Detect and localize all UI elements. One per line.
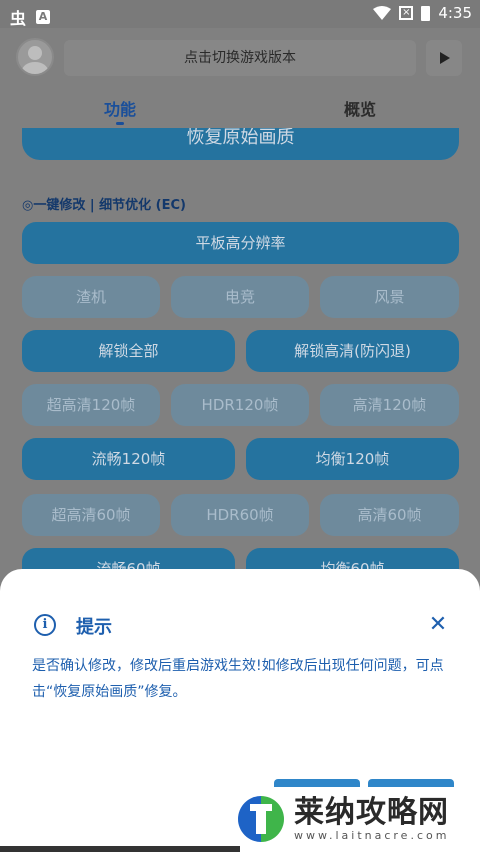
no-sim-icon: ×: [399, 6, 414, 20]
watermark: 莱纳攻略网 www.laitnacre.com: [234, 794, 449, 844]
cancel-button[interactable]: [274, 779, 360, 787]
play-icon: [440, 52, 450, 64]
switch-version-button[interactable]: 点击切换游戏版本: [64, 40, 416, 76]
restore-original-quality-button[interactable]: 恢复原始画质: [22, 128, 459, 160]
smooth-120fps-button[interactable]: 流畅120帧: [22, 438, 235, 480]
navigation-bar: [0, 846, 240, 852]
battery-icon: [421, 5, 431, 21]
notification-a-icon: A: [36, 10, 51, 24]
avatar[interactable]: [16, 38, 54, 76]
section-label: ◎一键修改 | 细节优化 (EC): [22, 198, 186, 213]
close-icon[interactable]: ✕: [426, 613, 450, 637]
status-time: 4:35: [438, 4, 472, 22]
wifi-icon: [373, 6, 392, 20]
tablet-resolution-button[interactable]: 平板高分辨率: [22, 222, 459, 264]
status-bar: 虫 A × 4:35: [0, 0, 480, 28]
hd-60fps-button[interactable]: 高清60帧: [320, 494, 459, 536]
unlock-hd-button[interactable]: 解锁高清(防闪退): [246, 330, 459, 372]
top-bar: 点击切换游戏版本: [0, 28, 480, 88]
watermark-url: www.laitnacre.com: [294, 828, 450, 842]
active-tab-indicator: [116, 122, 124, 125]
tab-features[interactable]: 功能: [104, 96, 136, 120]
watermark-name: 莱纳攻略网: [294, 794, 449, 830]
hdr-120fps-button[interactable]: HDR120帧: [171, 384, 309, 426]
balanced-120fps-button[interactable]: 均衡120帧: [246, 438, 459, 480]
uhd-60fps-button[interactable]: 超高清60帧: [22, 494, 160, 536]
dialog-title: 提示: [76, 617, 112, 638]
low-end-button[interactable]: 渣机: [22, 276, 160, 318]
unlock-all-button[interactable]: 解锁全部: [22, 330, 235, 372]
play-button[interactable]: [426, 40, 462, 76]
tab-overview[interactable]: 概览: [344, 96, 376, 120]
info-icon: i: [34, 614, 56, 636]
scenery-button[interactable]: 风景: [320, 276, 459, 318]
bug-icon: 虫: [10, 9, 27, 28]
uhd-120fps-button[interactable]: 超高清120帧: [22, 384, 160, 426]
tab-bar: 功能 概览: [0, 88, 480, 128]
esports-button[interactable]: 电竞: [171, 276, 309, 318]
hd-120fps-button[interactable]: 高清120帧: [320, 384, 459, 426]
confirm-button[interactable]: [368, 779, 454, 787]
site-logo-icon: [236, 794, 286, 844]
hdr-60fps-button[interactable]: HDR60帧: [171, 494, 309, 536]
dialog-message: 是否确认修改，修改后重启游戏生效!如修改后出现任何问题，可点击“恢复原始画质”修…: [32, 658, 444, 700]
